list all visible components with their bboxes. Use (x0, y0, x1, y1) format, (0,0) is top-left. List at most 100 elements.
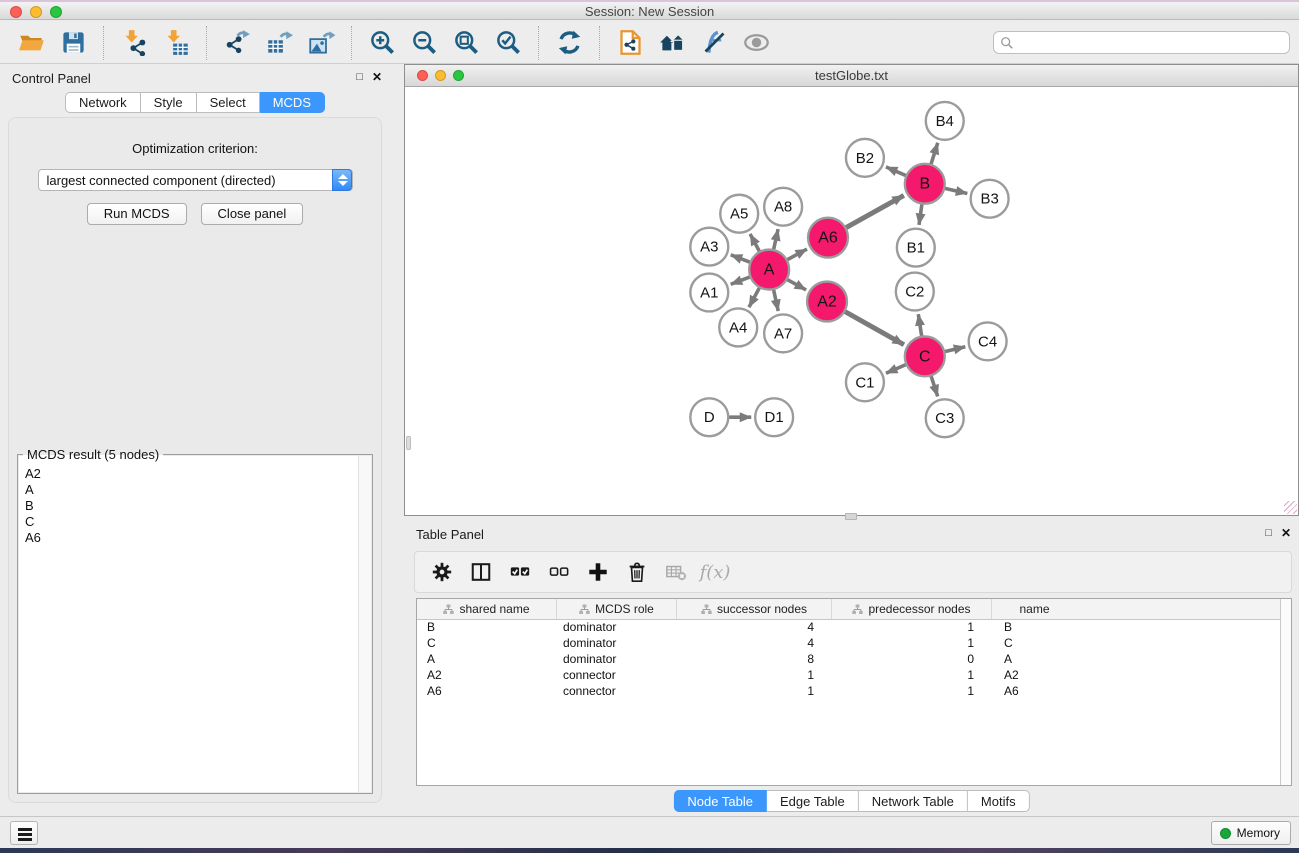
select-all-checks-icon[interactable] (507, 560, 533, 584)
close-panel-button[interactable]: Close panel (201, 203, 304, 225)
table-cell[interactable]: dominator (557, 652, 677, 668)
search-input[interactable] (1014, 33, 1289, 52)
table-cell[interactable]: A6 (417, 684, 557, 700)
close-table-panel-icon[interactable]: ✕ (1281, 526, 1291, 540)
show-panels-button[interactable] (10, 821, 38, 845)
graph-node-B1[interactable]: B1 (897, 229, 935, 267)
column-header[interactable]: successor nodes (677, 599, 832, 619)
table-cell[interactable]: 4 (677, 620, 832, 636)
graph-node-A1[interactable]: A1 (690, 274, 728, 312)
table-cell[interactable]: dominator (557, 636, 677, 652)
graph-node-A8[interactable]: A8 (764, 188, 802, 226)
graph-node-B2[interactable]: B2 (846, 139, 884, 177)
delete-table-icon[interactable] (663, 560, 689, 584)
float-panel-icon[interactable]: □ (356, 71, 363, 83)
table-cell[interactable]: B (417, 620, 557, 636)
table-scrollbar[interactable] (1280, 599, 1291, 785)
split-columns-icon[interactable] (468, 560, 494, 584)
table-cell[interactable]: 0 (832, 652, 992, 668)
optimization-criterion-dropdown[interactable]: largest connected component (directed) (38, 169, 353, 191)
table-cell[interactable]: A6 (992, 684, 1077, 700)
table-cell[interactable]: C (417, 636, 557, 652)
save-session-icon[interactable] (58, 28, 88, 58)
table-cell[interactable]: 1 (677, 684, 832, 700)
column-header[interactable]: shared name (417, 599, 557, 619)
table-cell[interactable]: dominator (557, 620, 677, 636)
graph-node-A[interactable]: A (749, 250, 789, 290)
table-cell[interactable]: 1 (832, 668, 992, 684)
table-cell[interactable]: A (992, 652, 1077, 668)
graph-node-D[interactable]: D (690, 398, 728, 436)
mcds-result-item[interactable]: C (25, 514, 371, 530)
tab-node-table[interactable]: Node Table (673, 790, 767, 812)
table-cell[interactable]: B (992, 620, 1077, 636)
table-cell[interactable]: A2 (417, 668, 557, 684)
tab-style[interactable]: Style (141, 92, 197, 113)
zoom-selected-icon[interactable] (493, 28, 523, 58)
add-column-icon[interactable] (585, 560, 611, 584)
memory-button[interactable]: Memory (1211, 821, 1291, 845)
export-image-icon[interactable] (306, 28, 336, 58)
graph-node-C1[interactable]: C1 (846, 363, 884, 401)
mcds-result-item[interactable]: A (25, 482, 371, 498)
network-window-titlebar[interactable]: testGlobe.txt (405, 65, 1298, 87)
column-header[interactable]: predecessor nodes (832, 599, 992, 619)
graph-node-A4[interactable]: A4 (719, 308, 757, 346)
search-field[interactable] (993, 31, 1290, 54)
table-cell[interactable]: connector (557, 668, 677, 684)
graph-node-A3[interactable]: A3 (690, 228, 728, 266)
resize-grip-icon[interactable] (1284, 501, 1297, 514)
graph-node-C3[interactable]: C3 (926, 399, 964, 437)
zoom-out-icon[interactable] (409, 28, 439, 58)
table-row[interactable]: Cdominator41C (417, 636, 1291, 652)
open-file-icon[interactable] (16, 28, 46, 58)
network-graph[interactable]: B4B2BB3A8A5A6A3B1AA1C2A2A4A7C4CC1C3DD1 (405, 88, 1298, 515)
column-header[interactable]: MCDS role (557, 599, 677, 619)
mcds-result-item[interactable]: A2 (25, 466, 371, 482)
column-header[interactable]: name (992, 599, 1077, 619)
network-canvas[interactable]: B4B2BB3A8A5A6A3B1AA1C2A2A4A7C4CC1C3DD1 (405, 88, 1298, 515)
table-cell[interactable]: A2 (992, 668, 1077, 684)
graph-node-B[interactable]: B (905, 164, 945, 204)
table-cell[interactable]: 4 (677, 636, 832, 652)
graph-node-A7[interactable]: A7 (764, 314, 802, 352)
tab-network-table[interactable]: Network Table (859, 790, 968, 812)
graphics-details-icon[interactable] (699, 28, 729, 58)
tab-motifs[interactable]: Motifs (968, 790, 1030, 812)
tab-select[interactable]: Select (197, 92, 260, 113)
run-mcds-button[interactable]: Run MCDS (87, 203, 187, 225)
table-cell[interactable]: 1 (677, 668, 832, 684)
mcds-result-item[interactable]: A6 (25, 530, 371, 546)
export-table-icon[interactable] (264, 28, 294, 58)
table-cell[interactable]: C (992, 636, 1077, 652)
table-cell[interactable]: 8 (677, 652, 832, 668)
table-cell[interactable]: connector (557, 684, 677, 700)
zoom-in-icon[interactable] (367, 28, 397, 58)
graph-node-C[interactable]: C (905, 336, 945, 376)
table-cell[interactable]: A (417, 652, 557, 668)
mcds-result-item[interactable]: B (25, 498, 371, 514)
split-divider-handle[interactable] (845, 513, 857, 520)
show-hide-icon[interactable] (741, 28, 771, 58)
tab-edge-table[interactable]: Edge Table (767, 790, 859, 812)
import-table-icon[interactable] (161, 28, 191, 58)
table-cell[interactable]: 1 (832, 684, 992, 700)
graph-node-A2[interactable]: A2 (807, 282, 847, 322)
graph-node-C4[interactable]: C4 (969, 322, 1007, 360)
refresh-layout-icon[interactable] (554, 28, 584, 58)
canvas-vscrollbar[interactable] (406, 436, 411, 450)
graph-node-C2[interactable]: C2 (896, 273, 934, 311)
clone-network-icon[interactable] (615, 28, 645, 58)
float-table-panel-icon[interactable]: □ (1265, 527, 1272, 539)
table-cell[interactable]: 1 (832, 636, 992, 652)
tab-network[interactable]: Network (65, 92, 141, 113)
graph-node-A5[interactable]: A5 (720, 195, 758, 233)
function-builder-icon[interactable]: f(x) (702, 560, 728, 584)
table-row[interactable]: A2connector11A2 (417, 668, 1291, 684)
home-view-icon[interactable] (657, 28, 687, 58)
graph-node-D1[interactable]: D1 (755, 398, 793, 436)
gear-icon[interactable] (429, 560, 455, 584)
table-row[interactable]: Bdominator41B (417, 620, 1291, 636)
table-row[interactable]: A6connector11A6 (417, 684, 1291, 700)
export-network-icon[interactable] (222, 28, 252, 58)
